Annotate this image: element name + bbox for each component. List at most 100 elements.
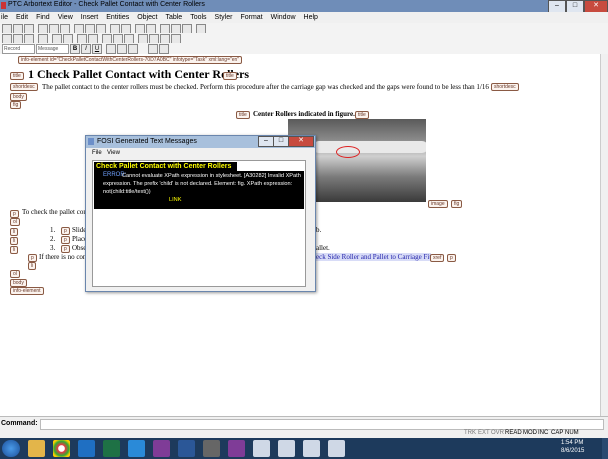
status-mod: MOD (523, 430, 537, 436)
menu-entities[interactable]: Entities (106, 12, 129, 23)
command-input[interactable] (40, 419, 604, 430)
chrome-icon[interactable] (53, 440, 70, 457)
align-left-icon[interactable] (106, 44, 116, 54)
onenote-icon[interactable] (153, 440, 170, 457)
vertical-scrollbar[interactable] (600, 54, 608, 416)
outlook-icon[interactable] (78, 440, 95, 457)
p-close-tag[interactable]: p (447, 254, 456, 262)
dialog-title-bar[interactable]: FOSI Generated Text Messages – □ ✕ (86, 136, 315, 148)
error-link[interactable]: LINK (169, 197, 181, 203)
show-desktop-button[interactable] (602, 438, 608, 459)
dialog-title: FOSI Generated Text Messages (97, 138, 197, 145)
style-combo[interactable]: Record (2, 44, 35, 54)
li-tag-3[interactable]: li (10, 246, 19, 254)
shortdesc-close-tag[interactable]: shortdesc (491, 83, 519, 91)
message-heading[interactable]: Check Pallet Contact with Center Rollers (94, 162, 237, 171)
info-element-open-tag[interactable]: info-element id="CheckPalletContactWithC… (18, 56, 243, 64)
li-tag-1[interactable]: li (10, 228, 19, 236)
menu-insert[interactable]: Insert (81, 12, 99, 23)
menu-help[interactable]: Help (304, 12, 318, 23)
dialog-app-icon (88, 138, 94, 145)
arbortext-icon-3[interactable] (303, 440, 320, 457)
pilcrow-icon[interactable] (159, 44, 169, 54)
start-button[interactable] (2, 440, 20, 457)
step-p-tag-1[interactable]: p (61, 227, 70, 235)
fig-title[interactable]: Center Rollers indicated in figure. (253, 110, 355, 118)
dialog-menu-bar: File View (86, 149, 315, 158)
fig-close-tag[interactable]: fig (451, 200, 463, 208)
calculator-icon[interactable] (203, 440, 220, 457)
fig-open-tag[interactable]: fig (10, 101, 22, 109)
dialog-menu-view[interactable]: View (107, 150, 120, 156)
step-p-tag-3[interactable]: p (61, 245, 70, 253)
menu-file[interactable]: ile (1, 12, 8, 23)
if-text[interactable]: If there is no con (39, 253, 86, 261)
menu-object[interactable]: Object (137, 12, 157, 23)
dialog-maximize-button[interactable]: □ (273, 136, 289, 147)
p-open-tag[interactable]: p (10, 210, 19, 218)
menu-view[interactable]: View (58, 12, 73, 23)
image-tag[interactable]: image (428, 200, 448, 208)
command-label: Command: (1, 420, 38, 427)
excel-icon[interactable] (103, 440, 120, 457)
full-tags-icon[interactable] (148, 44, 158, 54)
title-close-tag[interactable]: title (223, 72, 237, 80)
menu-table[interactable]: Table (165, 12, 182, 23)
dialog-minimize-button[interactable]: – (258, 136, 274, 147)
info-element-close-tag[interactable]: info-element (10, 287, 44, 295)
step-tail-1[interactable]: b. (316, 226, 321, 234)
bold-button[interactable]: B (70, 44, 80, 54)
xref-tag[interactable]: xref (430, 254, 445, 262)
clock-date[interactable]: 8/6/2015 (561, 448, 584, 454)
align-center-icon[interactable] (117, 44, 127, 54)
title-open-tag[interactable]: title (10, 72, 24, 80)
ol-close-tag[interactable]: ol (10, 270, 20, 278)
status-bar: TRK EXT OVR READ MOD INC CAP NUM (0, 430, 608, 438)
body-open-tag[interactable]: body (10, 93, 27, 101)
fig-title-open-tag[interactable]: title (236, 111, 250, 119)
menu-styler[interactable]: Styler (215, 12, 233, 23)
shortdesc-open-tag[interactable]: shortdesc (10, 83, 38, 91)
status-inc: INC (538, 430, 549, 436)
li-close-tag[interactable]: li (28, 262, 37, 270)
italic-button[interactable]: I (81, 44, 91, 54)
error-message[interactable]: Cannot evaluate XPath expression in styl… (103, 172, 301, 196)
system-tray[interactable] (418, 443, 538, 454)
app-icon[interactable] (1, 2, 6, 9)
intro-text[interactable]: To check the pallet con (22, 208, 87, 216)
align-right-icon[interactable] (128, 44, 138, 54)
dialog-close-button[interactable]: ✕ (288, 136, 314, 147)
underline-button[interactable]: U (92, 44, 102, 54)
window-title: PTC Arbortext Editor - Check Pallet Cont… (8, 1, 205, 8)
body-close-tag[interactable]: body (10, 279, 27, 287)
taskbar: 1:54 PM 8/6/2015 (0, 438, 608, 459)
arbortext-icon-2[interactable] (278, 440, 295, 457)
status-ovr: OVR (491, 430, 505, 436)
arbortext-icon-4[interactable] (328, 440, 345, 457)
fig-title-close-tag[interactable]: title (355, 111, 369, 119)
word-icon[interactable] (178, 440, 195, 457)
step-tail-3[interactable]: allet. (316, 244, 330, 252)
lync-icon[interactable] (128, 440, 145, 457)
step-p-tag-2[interactable]: p (61, 236, 70, 244)
menu-edit[interactable]: Edit (16, 12, 28, 23)
menu-format[interactable]: Format (240, 12, 262, 23)
messages-pane[interactable]: Check Pallet Contact with Center Rollers… (92, 160, 306, 287)
file-explorer-icon[interactable] (28, 440, 45, 457)
li-tag-2[interactable]: li (10, 237, 19, 245)
fosi-messages-dialog[interactable]: FOSI Generated Text Messages – □ ✕ File … (85, 135, 316, 292)
menu-find[interactable]: Find (36, 12, 50, 23)
clock-time[interactable]: 1:54 PM (561, 440, 583, 446)
xref-link[interactable]: eck Side Roller and Pallet to Carriage F… (316, 253, 432, 261)
onenote-icon-2[interactable] (228, 440, 245, 457)
ol-open-tag[interactable]: ol (10, 218, 20, 226)
arbortext-icon-1[interactable] (253, 440, 270, 457)
if-p-tag[interactable]: p (28, 254, 37, 262)
menu-bar: ile Edit Find View Insert Entities Object Table… (0, 12, 608, 23)
page-title[interactable]: 1 Check Pallet Contact with Center Rolle… (28, 67, 249, 82)
shortdesc-text[interactable]: The pallet contact to the center rollers… (42, 83, 498, 91)
menu-window[interactable]: Window (271, 12, 296, 23)
dialog-menu-file[interactable]: File (92, 150, 102, 156)
size-combo[interactable]: Message (36, 44, 69, 54)
menu-tools[interactable]: Tools (190, 12, 206, 23)
